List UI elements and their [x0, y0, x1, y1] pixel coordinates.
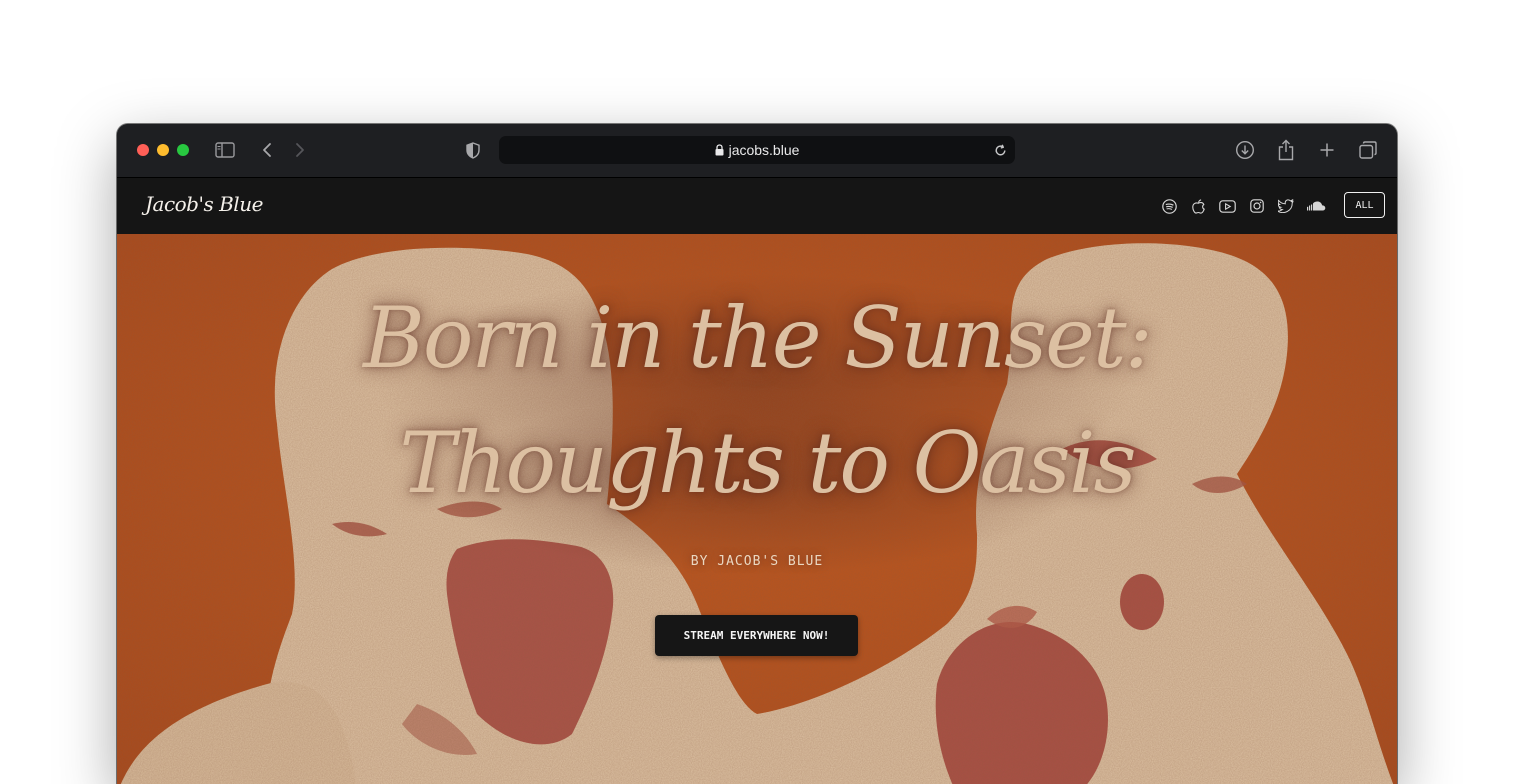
spotify-icon[interactable]: [1159, 196, 1179, 216]
back-icon[interactable]: [255, 138, 279, 162]
hero-title-line-1: Born in the Sunset:: [363, 289, 1153, 387]
minimize-window-button[interactable]: [157, 144, 169, 156]
hero-byline: BY JACOB'S BLUE: [690, 554, 824, 569]
all-links-button[interactable]: ALL: [1344, 192, 1385, 218]
reload-icon[interactable]: [991, 141, 1009, 159]
apple-icon[interactable]: [1188, 196, 1208, 216]
soundcloud-icon[interactable]: [1306, 196, 1326, 216]
downloads-icon[interactable]: [1233, 138, 1257, 162]
site-logo[interactable]: Jacob's Blue: [145, 192, 263, 216]
privacy-shield-icon[interactable]: [461, 138, 485, 162]
instagram-icon[interactable]: [1247, 196, 1267, 216]
url-text: jacobs.blue: [728, 142, 800, 158]
browser-window: jacobs.blue Jacob's Blue ALL Born in the…: [117, 124, 1397, 784]
sidebar-toggle-icon[interactable]: [213, 138, 237, 162]
address-bar[interactable]: jacobs.blue: [499, 136, 1015, 164]
zoom-window-button[interactable]: [177, 144, 189, 156]
forward-icon[interactable]: [288, 138, 312, 162]
browser-toolbar: jacobs.blue: [117, 124, 1397, 178]
lock-icon: [715, 144, 724, 156]
youtube-icon[interactable]: [1217, 196, 1237, 216]
hero-title-line-2: Thoughts to Oasis: [399, 414, 1136, 512]
hero-section: Born in the Sunset: Thoughts to Oasis BY…: [117, 234, 1397, 784]
tab-overview-icon[interactable]: [1356, 138, 1380, 162]
stream-everywhere-button[interactable]: STREAM EVERYWHERE NOW!: [655, 615, 858, 656]
share-icon[interactable]: [1274, 138, 1298, 162]
twitter-icon[interactable]: [1276, 196, 1296, 216]
close-window-button[interactable]: [137, 144, 149, 156]
new-tab-icon[interactable]: [1315, 138, 1339, 162]
site-navbar: Jacob's Blue ALL: [117, 178, 1397, 234]
